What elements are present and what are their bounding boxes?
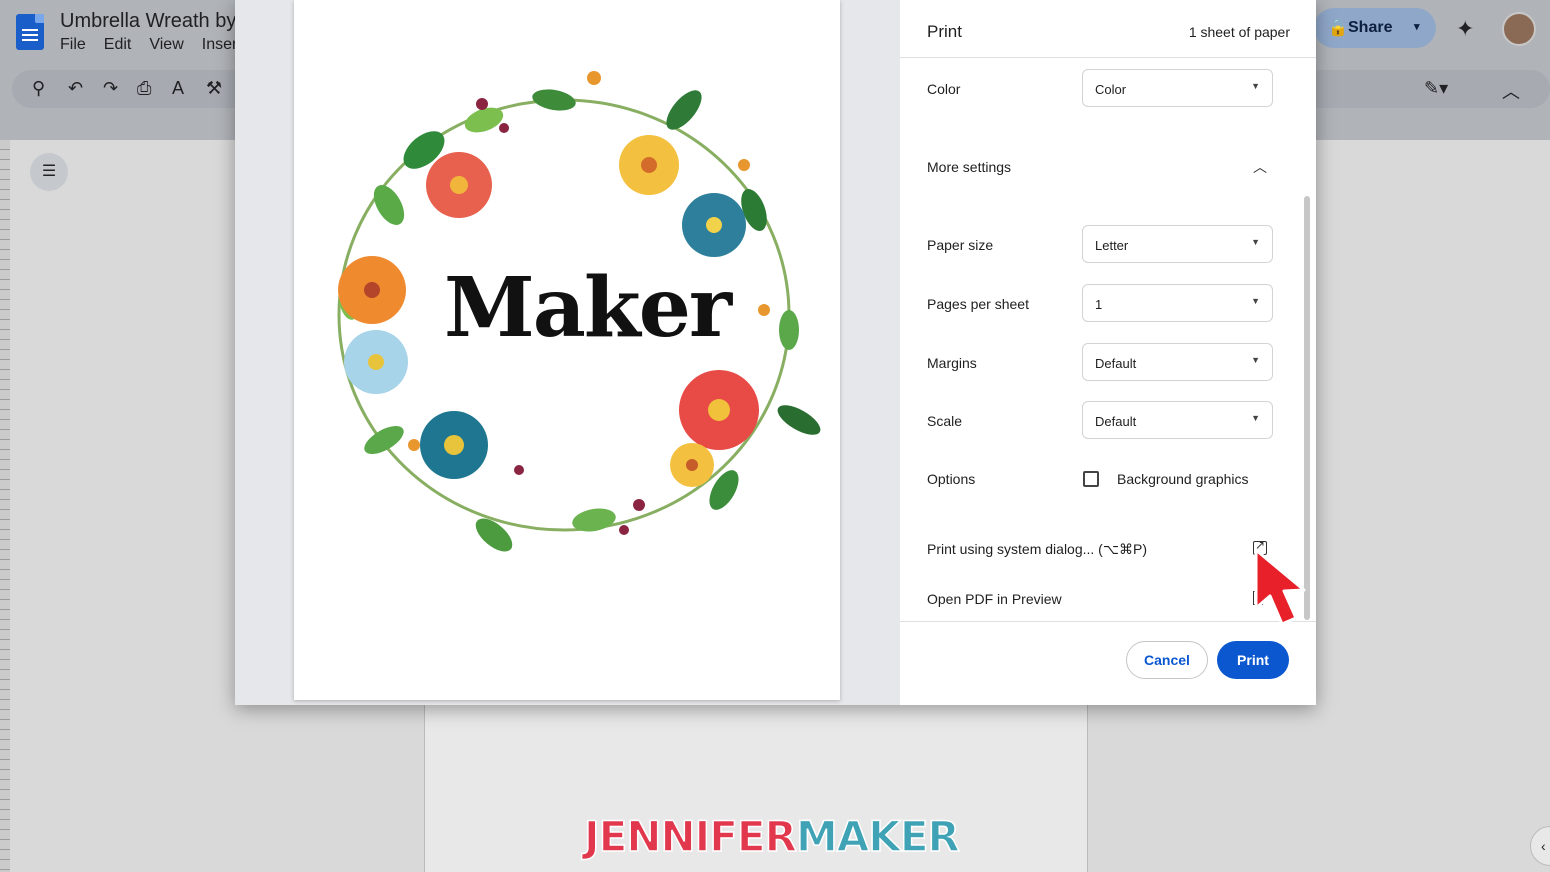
color-select[interactable]: Color ▼ [1082,69,1273,107]
margins-label: Margins [927,355,977,371]
color-label: Color [927,81,961,97]
dropdown-arrow-icon: ▼ [1251,355,1260,365]
gemini-sparkle-icon[interactable]: ✦ [1456,16,1474,42]
print-preview-area: Maker [235,0,900,705]
docs-logo-icon[interactable] [16,14,44,50]
red-cursor-arrow-icon [1254,548,1306,626]
vertical-ruler [0,140,10,872]
watermark-part2: MAKER [795,811,960,862]
docs-menu-bar: File Edit View Inser [60,36,237,54]
preview-maker-text: Maker [444,260,732,356]
system-dialog-link[interactable]: Print using system dialog... (⌥⌘P) [927,541,1147,558]
pages-per-sheet-label: Pages per sheet [927,296,1029,312]
document-outline-icon[interactable]: ☰ [30,153,68,191]
edit-mode-pencil-icon[interactable]: ✎▾ [1424,78,1448,99]
scale-value: Default [1095,414,1137,429]
spellcheck-icon[interactable]: A [172,78,184,99]
redo-icon[interactable]: ↷ [103,78,118,99]
collapse-toolbar-icon[interactable]: ︿ [1502,78,1520,104]
share-button[interactable]: 🔒 Share ▾ [1314,8,1436,48]
printer-icon[interactable]: ⎙ [137,78,151,99]
print-dialog: Maker Print 1 sheet of paper Color Color… [235,0,1316,705]
undo-icon[interactable]: ↶ [68,78,83,99]
dropdown-arrow-icon: ▼ [1251,413,1260,423]
more-settings-label[interactable]: More settings [927,159,1011,175]
color-select-value: Color [1095,82,1127,97]
background-graphics-label[interactable]: Background graphics [1117,471,1249,487]
lock-icon: 🔒 [1328,20,1348,37]
paper-size-select[interactable]: Letter ▼ [1082,225,1273,263]
background-graphics-checkbox[interactable] [1083,471,1099,487]
paper-size-label: Paper size [927,237,994,253]
dropdown-arrow-icon: ▼ [1251,237,1260,247]
dropdown-arrow-icon: ▼ [1251,81,1260,91]
menu-file[interactable]: File [60,36,86,54]
share-button-label: Share [1348,19,1393,36]
cancel-button[interactable]: Cancel [1126,641,1208,679]
margins-select[interactable]: Default ▼ [1082,343,1273,381]
print-button[interactable]: Print [1217,641,1289,679]
chevron-up-icon[interactable]: ︿ [1253,157,1267,177]
paint-format-icon[interactable]: ⚒ [206,78,222,99]
margins-value: Default [1095,356,1137,371]
jennifermaker-watermark: JENNIFERMAKER [583,811,960,862]
sheet-count: 1 sheet of paper [1188,24,1290,40]
print-header: Print 1 sheet of paper [900,0,1316,58]
dropdown-arrow-icon: ▼ [1251,296,1260,306]
print-title: Print [927,22,962,41]
scale-label: Scale [927,413,963,429]
watermark-part1: JENNIFER [583,811,797,862]
options-label: Options [927,471,976,487]
avatar[interactable] [1502,12,1536,46]
side-panel-toggle-icon[interactable]: ‹ [1530,826,1550,866]
share-dropdown-icon[interactable]: ▾ [1414,20,1420,33]
pages-per-sheet-value: 1 [1095,297,1103,312]
pages-per-sheet-select[interactable]: 1 ▼ [1082,284,1273,322]
print-footer: Cancel Print [900,621,1316,705]
preview-page: Maker [294,0,840,700]
scale-select[interactable]: Default ▼ [1082,401,1273,439]
search-icon[interactable]: ⚲ [32,78,45,99]
document-title[interactable]: Umbrella Wreath by [60,10,236,33]
open-pdf-preview-link[interactable]: Open PDF in Preview [927,591,1062,607]
menu-edit[interactable]: Edit [104,36,132,54]
menu-view[interactable]: View [149,36,183,54]
paper-size-value: Letter [1095,238,1129,253]
menu-insert[interactable]: Inser [202,36,238,54]
